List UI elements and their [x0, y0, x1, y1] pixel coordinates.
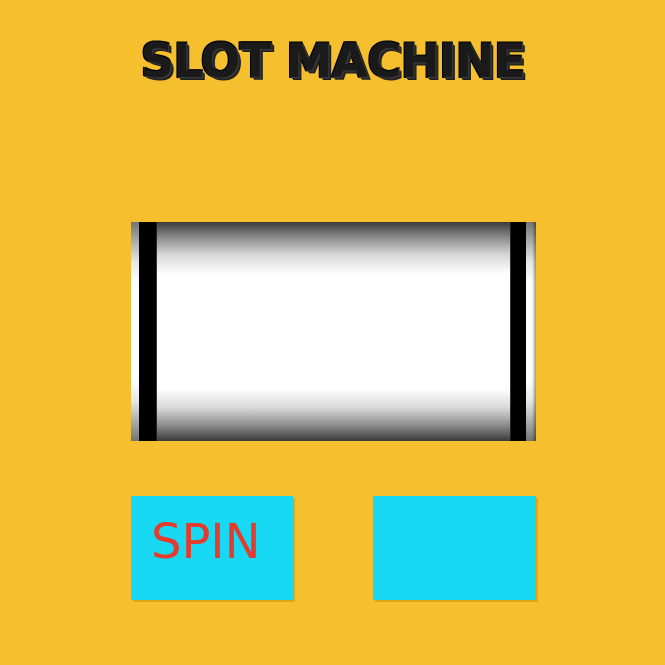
secondary-button[interactable] — [373, 496, 536, 600]
reel-left-edge — [131, 222, 157, 441]
spin-button[interactable]: SPIN — [131, 496, 293, 600]
slot-reel-window — [131, 222, 536, 441]
reel-right-edge — [510, 222, 536, 441]
spin-button-label: SPIN — [151, 514, 261, 570]
game-title: SLOT MACHINE — [140, 34, 525, 89]
